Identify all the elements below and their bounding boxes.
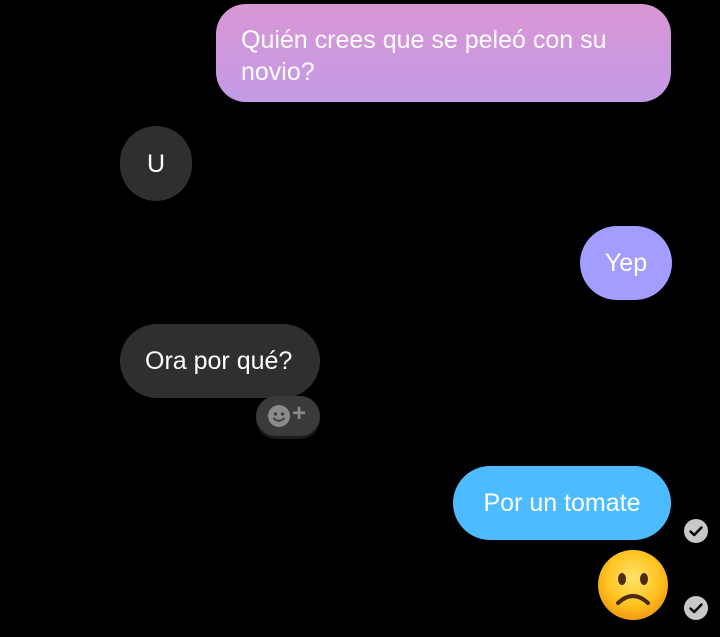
message-text: Ora por qué? (145, 347, 293, 375)
check-circle-icon (684, 519, 708, 543)
message-text: Por un tomate (483, 489, 641, 517)
message-bubble-incoming[interactable]: Ora por qué? (120, 324, 320, 398)
message-bubble-outgoing[interactable]: Por un tomate (453, 466, 671, 540)
message-bubble-outgoing[interactable]: Quién crees que se peleó con su novio? (216, 4, 671, 102)
frowning-face-emoji[interactable] (596, 548, 670, 622)
plus-icon: + (292, 400, 307, 427)
check-circle-icon (684, 596, 708, 620)
message-text: U (146, 149, 166, 178)
message-text: Quién crees que se peleó con su novio? (241, 26, 607, 86)
message-bubble-outgoing[interactable]: Yep (580, 226, 672, 300)
message-bubble-incoming[interactable]: U (120, 126, 192, 201)
add-reaction-icon (268, 405, 290, 427)
message-text: Yep (604, 249, 648, 277)
add-reaction-button[interactable]: + (256, 396, 320, 436)
